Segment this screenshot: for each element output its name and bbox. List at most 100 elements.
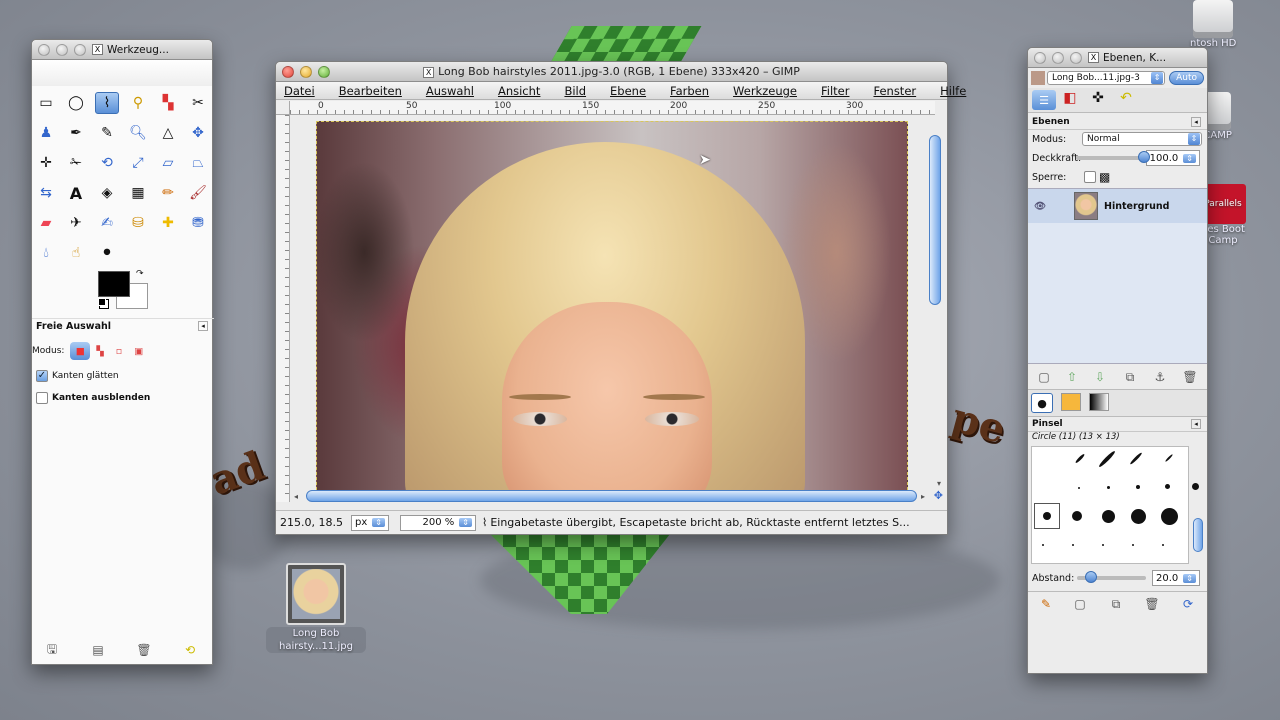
duplicate-layer-icon[interactable]: ⧉ bbox=[1122, 369, 1138, 385]
tab-paths-icon[interactable]: ✜ bbox=[1084, 90, 1112, 110]
reset-options-icon[interactable]: ⟲ bbox=[182, 642, 198, 658]
default-colors-icon[interactable] bbox=[98, 298, 106, 306]
foreground-color-swatch[interactable] bbox=[98, 271, 130, 297]
image-canvas[interactable]: ➤ bbox=[316, 121, 908, 495]
crop-tool-icon[interactable]: ✁ bbox=[64, 152, 88, 174]
tab-brushes-icon[interactable]: ● bbox=[1031, 393, 1053, 413]
scissors-select-tool-icon[interactable]: ✂ bbox=[186, 92, 210, 114]
close-button[interactable] bbox=[38, 43, 50, 56]
horizontal-scrollbar[interactable] bbox=[306, 490, 917, 502]
minimize-button[interactable] bbox=[56, 43, 68, 56]
close-button[interactable] bbox=[282, 65, 294, 78]
unit-select[interactable]: px ⇕ bbox=[350, 514, 389, 531]
new-brush-icon[interactable]: ▢ bbox=[1072, 596, 1088, 612]
menu-ebene[interactable]: Ebene bbox=[610, 84, 646, 98]
toolbox-titlebar[interactable]: X Werkzeug... bbox=[32, 40, 212, 60]
tab-patterns-icon[interactable] bbox=[1061, 393, 1081, 411]
align-tool-icon[interactable]: ✛ bbox=[34, 152, 58, 174]
zoom-button[interactable] bbox=[1070, 51, 1082, 64]
menu-datei[interactable]: Datei bbox=[284, 84, 315, 98]
layer-row[interactable]: 👁︎ Hintergrund bbox=[1028, 189, 1207, 223]
menu-auswahl[interactable]: Auswahl bbox=[426, 84, 474, 98]
color-select-tool-icon[interactable]: ▚ bbox=[156, 92, 180, 114]
menu-fenster[interactable]: Fenster bbox=[873, 84, 916, 98]
smudge-tool-icon[interactable]: ☝ bbox=[64, 242, 88, 264]
tab-channels-icon[interactable]: ◧ bbox=[1056, 90, 1084, 110]
rotate-tool-icon[interactable]: ⟲ bbox=[95, 152, 119, 174]
image-select[interactable]: Long Bob...11.jpg-3 bbox=[1047, 71, 1166, 85]
mode-subtract-icon[interactable]: ▫ bbox=[116, 346, 122, 357]
lock-alpha-checkbox[interactable] bbox=[1084, 171, 1096, 183]
scale-tool-icon[interactable]: ⤢ bbox=[126, 152, 150, 174]
mode-add-icon[interactable]: ▚ bbox=[96, 346, 103, 357]
opacity-slider-knob[interactable] bbox=[1138, 151, 1150, 163]
zoom-select[interactable]: 200 % ⇕ bbox=[399, 514, 476, 531]
panel-menu-icon[interactable]: ◂ bbox=[1191, 419, 1201, 429]
scroll-left-arrow[interactable]: ◂ bbox=[294, 492, 298, 501]
vertical-scrollbar[interactable] bbox=[929, 135, 941, 305]
opacity-slider[interactable] bbox=[1076, 151, 1150, 163]
raise-layer-icon[interactable]: ⇧ bbox=[1064, 369, 1080, 385]
layer-mode-select[interactable]: Normal bbox=[1082, 132, 1202, 146]
paintbrush-tool-icon[interactable]: 🖌︎ bbox=[186, 182, 210, 204]
panel-menu-icon[interactable]: ◂ bbox=[198, 321, 208, 331]
wilber-drop-area[interactable] bbox=[32, 60, 212, 86]
color-picker-tool-icon[interactable]: ✎ bbox=[95, 122, 119, 144]
refresh-brushes-icon[interactable]: ⟳ bbox=[1180, 596, 1196, 612]
lower-layer-icon[interactable]: ⇩ bbox=[1092, 369, 1108, 385]
perspective-tool-icon[interactable]: ⏢ bbox=[186, 152, 210, 174]
anchor-layer-icon[interactable]: ⚓ bbox=[1152, 369, 1168, 385]
spacing-input[interactable]: 20.0 ⇕ bbox=[1152, 570, 1200, 586]
minimize-button[interactable] bbox=[300, 65, 312, 78]
clone-tool-icon[interactable]: ⛁ bbox=[126, 212, 150, 234]
heal-tool-icon[interactable]: ✚ bbox=[156, 212, 180, 234]
panel-menu-icon[interactable]: ◂ bbox=[1191, 117, 1201, 127]
dodge-burn-tool-icon[interactable]: ⚫ bbox=[95, 242, 119, 264]
delete-layer-icon[interactable]: 🗑︎ bbox=[1182, 369, 1198, 385]
layer-name[interactable]: Hintergrund bbox=[1104, 201, 1169, 212]
tab-layers-icon[interactable]: ☰ bbox=[1032, 90, 1056, 110]
mode-intersect-icon[interactable]: ▣ bbox=[134, 346, 143, 357]
fuzzy-select-tool-icon[interactable]: ⚲ bbox=[126, 92, 150, 114]
menu-werkzeuge[interactable]: Werkzeuge bbox=[733, 84, 797, 98]
menu-bild[interactable]: Bild bbox=[564, 84, 586, 98]
save-options-icon[interactable]: 🖫︎ bbox=[44, 642, 60, 658]
blur-tool-icon[interactable]: 💧︎ bbox=[34, 242, 58, 264]
spacing-slider[interactable] bbox=[1077, 571, 1147, 583]
shear-tool-icon[interactable]: ▱ bbox=[156, 152, 180, 174]
restore-options-icon[interactable]: ▤ bbox=[90, 642, 106, 658]
swap-colors-icon[interactable]: ↷ bbox=[136, 269, 144, 279]
new-layer-icon[interactable]: ▢ bbox=[1036, 369, 1052, 385]
zoom-button[interactable] bbox=[318, 65, 330, 78]
ink-tool-icon[interactable]: ✍ bbox=[95, 212, 119, 234]
scroll-right-arrow[interactable]: ▸ bbox=[921, 492, 925, 501]
menu-hilfe[interactable]: Hilfe bbox=[940, 84, 966, 98]
mode-replace-icon[interactable]: ■ bbox=[70, 342, 91, 360]
perspective-clone-tool-icon[interactable]: ⛃ bbox=[186, 212, 210, 234]
scroll-down-arrow[interactable]: ▾ bbox=[937, 479, 941, 488]
desktop-icon-hd[interactable]: ntosh HD bbox=[1190, 0, 1236, 49]
tab-undo-icon[interactable]: ↶ bbox=[1112, 90, 1140, 110]
minimize-button[interactable] bbox=[1052, 51, 1064, 64]
eraser-tool-icon[interactable]: ▰ bbox=[34, 212, 58, 234]
blend-tool-icon[interactable]: ▦ bbox=[126, 182, 150, 204]
close-button[interactable] bbox=[1034, 51, 1046, 64]
menu-ansicht[interactable]: Ansicht bbox=[498, 84, 540, 98]
ellipse-select-tool-icon[interactable]: ◯ bbox=[64, 92, 88, 114]
opacity-input[interactable]: 100.0 ⇕ bbox=[1145, 150, 1200, 166]
brush-scrollbar[interactable] bbox=[1193, 518, 1203, 552]
image-window-titlebar[interactable]: X Long Bob hairstyles 2011.jpg-3.0 (RGB, … bbox=[276, 62, 947, 82]
menu-bearbeiten[interactable]: Bearbeiten bbox=[339, 84, 402, 98]
rect-select-tool-icon[interactable]: ▭ bbox=[34, 92, 58, 114]
airbrush-tool-icon[interactable]: ✈ bbox=[64, 212, 88, 234]
antialias-checkbox[interactable]: ✓ bbox=[36, 370, 48, 382]
zoom-tool-icon[interactable]: 🔍︎ bbox=[126, 122, 150, 144]
foreground-select-tool-icon[interactable]: ♟ bbox=[34, 122, 58, 144]
visibility-eye-icon[interactable]: 👁︎ bbox=[1028, 201, 1052, 212]
free-select-tool-icon[interactable]: ⌇ bbox=[95, 92, 119, 114]
auto-button[interactable]: Auto bbox=[1169, 71, 1204, 85]
menu-filter[interactable]: Filter bbox=[821, 84, 849, 98]
bucket-fill-tool-icon[interactable]: ◈ bbox=[95, 182, 119, 204]
menu-farben[interactable]: Farben bbox=[670, 84, 709, 98]
paths-tool-icon[interactable]: ✒ bbox=[64, 122, 88, 144]
